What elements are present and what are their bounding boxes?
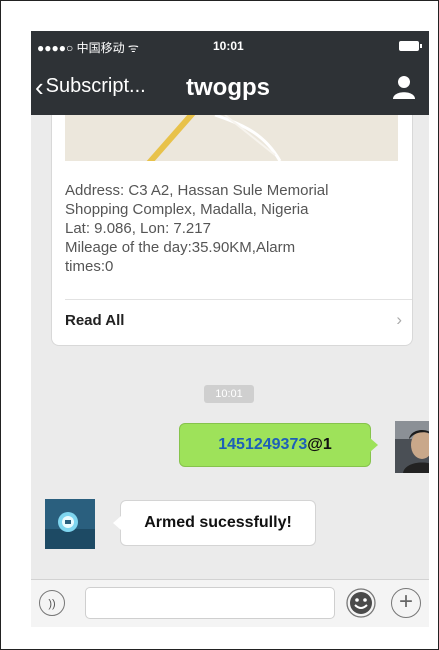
input-bar: )) + xyxy=(31,579,429,627)
address-text: Address: C3 A2, Hassan Sule Memorial Sho… xyxy=(65,181,405,276)
coordinates-line: Lat: 9.086, Lon: 7.217 xyxy=(65,220,211,237)
mileage-line: Mileage of the day:35.90KM,Alarm xyxy=(65,239,296,256)
phone-number-link[interactable]: 1451249373 xyxy=(218,436,307,453)
message-timestamp: 10:01 xyxy=(204,385,254,403)
back-button[interactable]: ‹ Subscript... xyxy=(35,71,146,102)
nav-bar: ‹ Subscript... twogps xyxy=(31,61,429,115)
map-thumbnail[interactable] xyxy=(65,115,398,161)
emoji-button[interactable] xyxy=(346,588,376,618)
plus-button[interactable]: + xyxy=(391,588,421,618)
carrier-signal: ●●●●○ 中国移动 ᯤ xyxy=(37,41,139,55)
message-suffix: @1 xyxy=(307,436,332,453)
phone-screen: ●●●●○ 中国移动 ᯤ 10:01 ‹ Subscript... twogps xyxy=(31,31,429,627)
alarm-line: times:0 xyxy=(65,258,114,275)
chevron-right-icon: › xyxy=(396,310,402,329)
screenshot-frame: ●●●●○ 中国移动 ᯤ 10:01 ‹ Subscript... twogps xyxy=(0,0,439,650)
status-bar: ●●●●○ 中国移动 ᯤ 10:01 xyxy=(31,31,429,61)
user-avatar[interactable] xyxy=(395,421,429,473)
profile-icon[interactable] xyxy=(393,75,415,99)
page-title: twogps xyxy=(186,74,270,101)
back-label: Subscript... xyxy=(45,75,146,97)
service-avatar[interactable] xyxy=(45,499,95,549)
address-line: Shopping Complex, Madalla, Nigeria xyxy=(65,201,309,218)
status-time: 10:01 xyxy=(213,39,244,53)
read-all-link[interactable]: Read All xyxy=(65,312,124,329)
chevron-left-icon: ‹ xyxy=(35,71,44,102)
location-card[interactable]: Address: C3 A2, Hassan Sule Memorial Sho… xyxy=(51,115,413,346)
incoming-message-bubble[interactable]: Armed sucessfully! xyxy=(113,500,316,546)
voice-input-button[interactable]: )) xyxy=(39,590,65,616)
outgoing-message-bubble[interactable]: 1451249373@1 xyxy=(179,423,378,467)
message-input[interactable] xyxy=(85,587,335,619)
card-divider xyxy=(65,299,412,300)
address-line: Address: C3 A2, Hassan Sule Memorial xyxy=(65,182,329,199)
battery-icon xyxy=(399,41,422,51)
